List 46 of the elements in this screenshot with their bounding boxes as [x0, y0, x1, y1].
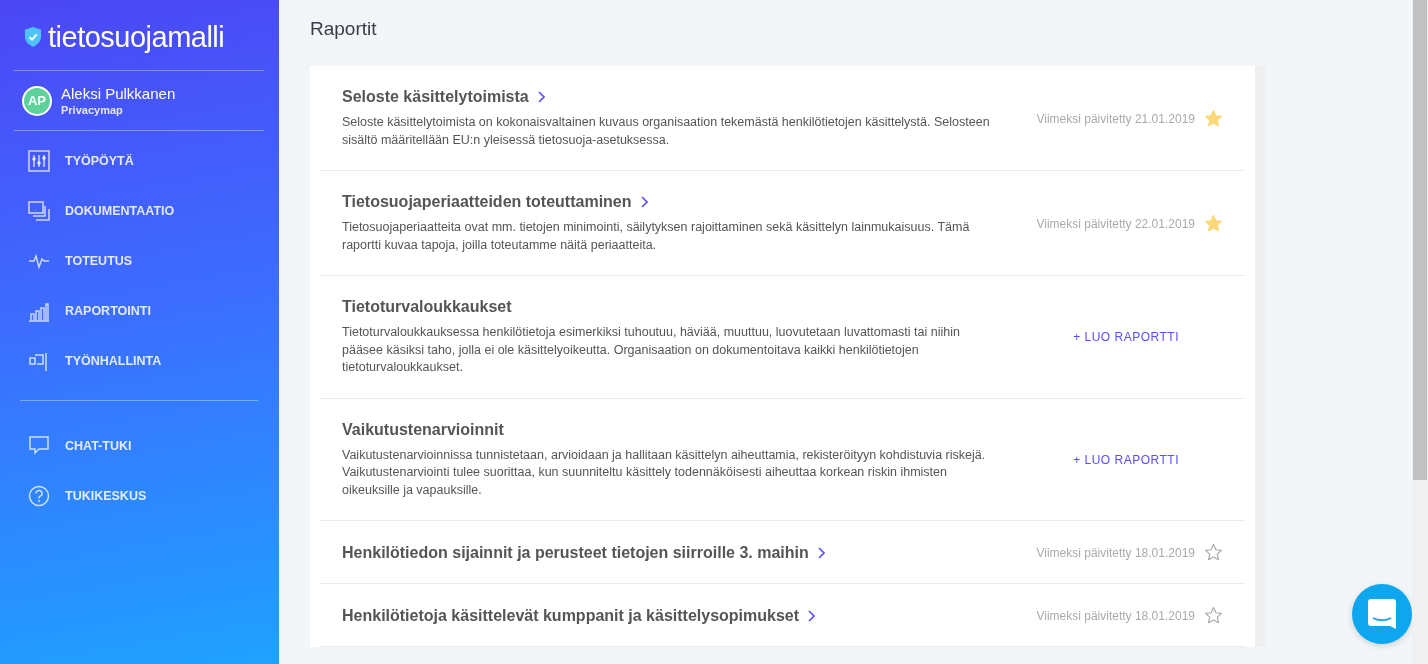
chevron-right-icon — [816, 546, 825, 559]
report-title-link[interactable]: Henkilötiedon sijainnit ja perusteet tietojen siirroille 3. maihin — [342, 543, 825, 562]
page-title: Raportit — [310, 18, 378, 40]
nav-item[interactable]: TUKIKESKUS — [0, 471, 157, 521]
report-description: Seloste käsittelytoimista on kokonaisvaltainen kuvaus organisaation tekemästä henkilötietojen käsittelystä. Selosteen sisältö määritellään EU:n yleisessä tietosuoja-asetuksessa. — [342, 114, 991, 149]
create-report-link[interactable]: + LUO RAPORTTI — [1073, 452, 1179, 467]
filled-star-icon[interactable] — [1204, 109, 1223, 128]
report-title-link[interactable]: Seloste käsittelytoimista — [342, 88, 545, 106]
report-title: Tietoturvaloukkaukset — [342, 298, 512, 316]
sliders-icon — [28, 150, 50, 172]
tasks-icon — [28, 350, 50, 372]
nav-item[interactable]: RAPORTOINTI — [0, 286, 161, 336]
nav-item[interactable]: DOKUMENTAATIO — [0, 186, 185, 236]
report-description: Vaikutustenarvioinnissa tunnistetaan, arvioidaan ja hallitaan käsittelyn aiheuttamia, rekisteröityyn kohdistuvia riskejä. Vaikutustenarviointi tulee suorittaa, kun suunniteltu käsittely todennäköisesti aiheuttaa korkean riskin ihmisten oikeuksille ja vapauksille. — [342, 446, 987, 499]
chat-icon — [28, 435, 50, 457]
chevron-right-icon — [807, 609, 816, 622]
chevron-right-icon — [536, 91, 545, 103]
scrollbar[interactable] — [1412, 0, 1428, 664]
user-avatar: AP — [22, 85, 52, 116]
nav-item[interactable]: TOTEUTUS — [0, 236, 143, 286]
documents-icon — [28, 200, 50, 222]
bar-chart-icon — [28, 300, 50, 322]
outline-star-icon[interactable] — [1204, 606, 1223, 625]
nav-item[interactable]: TYÖPÖYTÄ — [0, 136, 144, 186]
create-report-link[interactable]: + LUO RAPORTTI — [1073, 330, 1179, 345]
report-description: Tietoturvaloukkauksessa henkilötietoja esimerkiksi tuhoutuu, häviää, muuttuu, luovutetaan luvattomasti tai niihin pääsee käsiksi taho, jolla ei ole käsittelyoikeutta. Organisaation on dokumentoitava kaikki henkilötietojen tietoturvaloukkaukset. — [342, 324, 961, 376]
chat-bubble-icon — [1368, 599, 1396, 629]
nav-item[interactable]: TYÖNHALLINTA — [0, 336, 172, 386]
outline-star-icon[interactable] — [1204, 543, 1223, 562]
user-name: Aleksi Pulkkanen — [61, 85, 176, 102]
chevron-right-icon — [639, 196, 648, 208]
report-description: Tietosuojaperiaatteita ovat mm. tietojen minimointi, säilytyksen rajoittaminen sekä käsittelyn lainmukaisuus. Tämä raportti kuvaa tapoja, joilla toteutamme näitä periaatteita. — [342, 219, 971, 254]
last-updated: Viimeksi päivitetty 18.01.2019 — [1036, 545, 1195, 560]
help-icon — [28, 485, 50, 507]
organization-name: Privacymap — [61, 104, 124, 116]
filled-star-icon[interactable] — [1204, 214, 1223, 233]
last-updated: Viimeksi päivitetty 18.01.2019 — [1036, 608, 1195, 623]
report-title-link[interactable]: Tietosuojaperiaatteiden toteuttaminen — [342, 193, 648, 211]
last-updated: Viimeksi päivitetty 21.01.2019 — [1036, 111, 1195, 126]
nav-item[interactable]: CHAT-TUKI — [0, 421, 142, 471]
report-title: Vaikutustenarvioinnit — [342, 420, 504, 439]
last-updated: Viimeksi päivitetty 22.01.2019 — [1036, 216, 1195, 231]
shield-check-icon — [24, 26, 42, 48]
chat-launcher-button[interactable] — [1352, 584, 1412, 644]
report-title-link[interactable]: Henkilötietoja käsittelevät kumppanit ja käsittelysopimukset — [342, 606, 816, 625]
logo-text: tietosuojamalli — [48, 20, 225, 54]
